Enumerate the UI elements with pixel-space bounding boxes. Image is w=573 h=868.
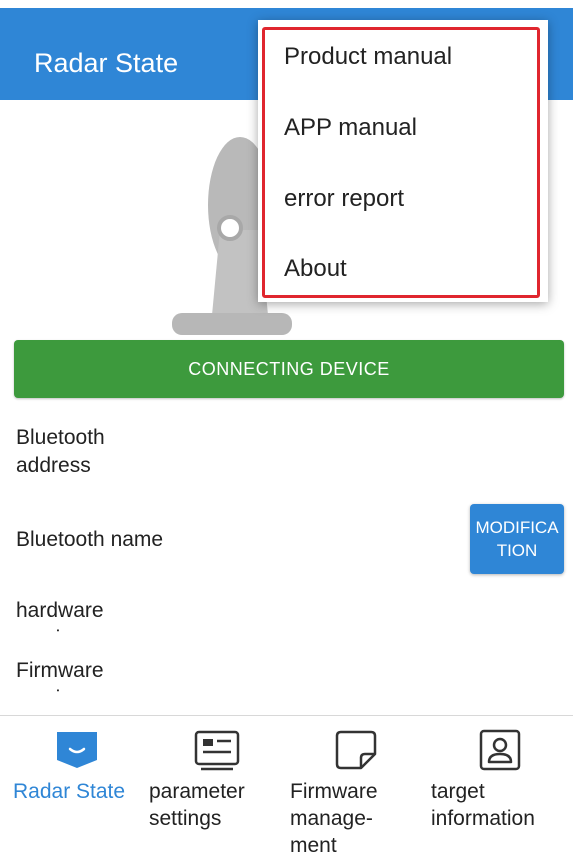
modification-button[interactable]: MODIFICATION — [470, 504, 564, 574]
menu-item-product-manual[interactable]: Product manual — [258, 22, 548, 92]
modification-button-label: MODIFICATION — [475, 518, 559, 560]
target-information-icon — [479, 729, 521, 771]
nav-label-target-information: target information — [431, 778, 566, 832]
connecting-device-button[interactable]: CONNECTING DEVICE — [14, 340, 564, 398]
radar-state-icon — [57, 732, 97, 768]
nav-item-parameter-settings[interactable]: parameter settings — [145, 716, 285, 868]
nav-item-target-information[interactable]: target information — [425, 716, 573, 868]
bluetooth-name-label: Bluetooth name — [16, 528, 164, 551]
hardware-version-label: hardware version — [16, 599, 104, 633]
nav-item-firmware-management[interactable]: Firmware manage-ment — [285, 716, 425, 868]
nav-label-target-information-text: target information — [431, 780, 535, 830]
nav-label-radar-state: Radar State — [13, 780, 126, 803]
nav-label-firmware-management-text: Firmware manage-ment — [290, 780, 378, 857]
nav-label-parameter-settings: parameter settings — [149, 778, 269, 832]
menu-item-app-manual[interactable]: APP manual — [258, 93, 548, 163]
menu-item-about[interactable]: About — [258, 234, 548, 304]
nav-label-firmware-management: Firmware manage-ment — [290, 778, 408, 859]
firmware-management-icon — [335, 730, 377, 770]
menu-item-error-report[interactable]: error report — [258, 164, 548, 234]
page-title: Radar State — [34, 48, 179, 78]
overflow-menu: Product manual APP manual error report A… — [258, 20, 548, 302]
nav-item-radar-state[interactable]: Radar State — [0, 716, 145, 868]
firmware-version-label: Firmware version — [16, 659, 104, 693]
bottom-navigation: Radar State parameter settings Firmware … — [0, 715, 573, 868]
parameter-settings-icon — [194, 730, 240, 771]
bluetooth-address-label: Bluetooth address — [16, 426, 105, 477]
nav-label-parameter-settings-text: parameter settings — [149, 780, 245, 830]
